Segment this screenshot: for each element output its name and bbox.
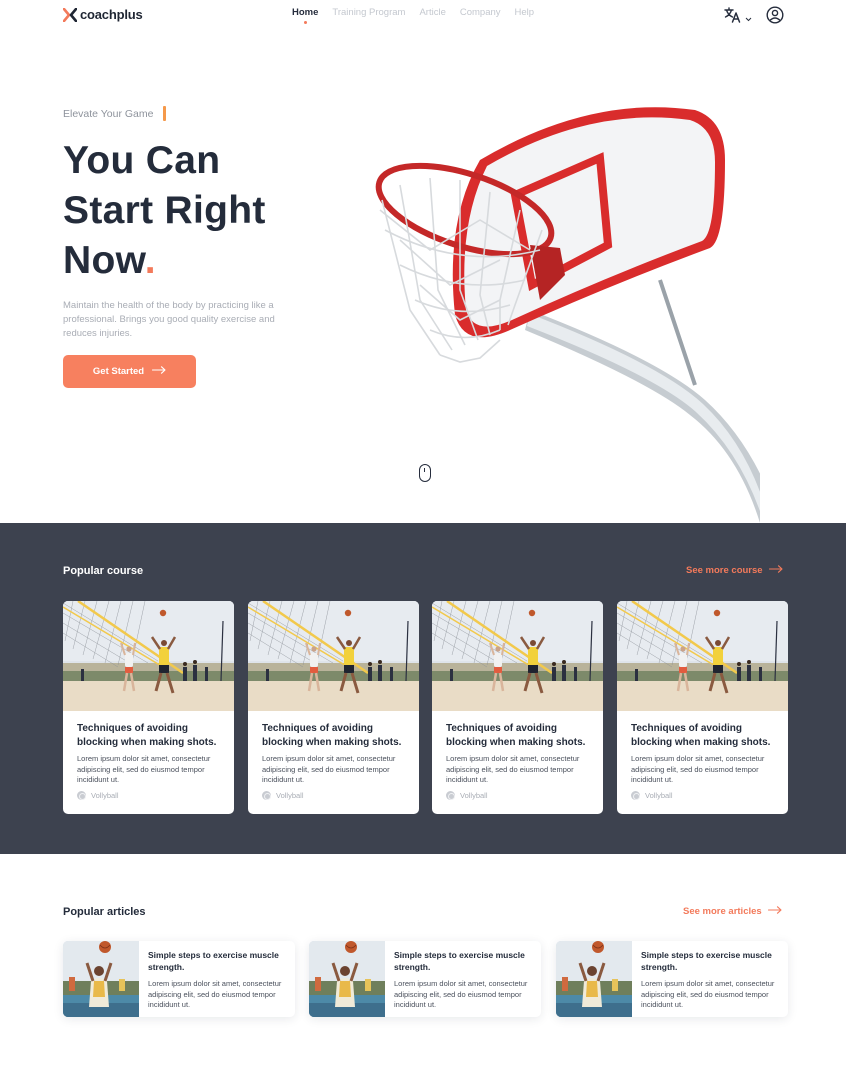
hero-title-line-2: Start Right	[63, 189, 266, 232]
article-image	[556, 941, 632, 1017]
course-tag: Vollyball	[446, 791, 488, 800]
hero-title-line-1: You Can	[63, 139, 221, 182]
volleyball-icon	[446, 791, 455, 800]
get-started-label: Get Started	[92, 366, 145, 377]
chevron-down-icon	[745, 9, 752, 27]
popular-articles-title: Popular articles	[63, 906, 146, 918]
hero-description: Maintain the health of the body by pract…	[63, 300, 275, 339]
course-image	[63, 601, 234, 711]
logo-text: coachplus	[80, 7, 143, 22]
article-title: Simple steps to exercise muscle strength…	[148, 950, 279, 972]
popular-course-title: Popular course	[63, 565, 144, 577]
arrow-right-icon	[152, 366, 166, 377]
article-title: Simple steps to exercise muscle strength…	[641, 950, 772, 972]
course-card[interactable]: Techniques of avoiding blocking when mak…	[63, 601, 234, 814]
course-image	[248, 601, 419, 711]
nav-item-training-program[interactable]: Training Program	[332, 7, 405, 18]
volleyball-icon	[77, 791, 86, 800]
hero-eyebrow-text: Elevate Your Game	[63, 107, 154, 120]
article-card[interactable]: Simple steps to exercise muscle strength…	[556, 941, 788, 1017]
arrow-right-icon	[768, 565, 783, 576]
article-description: Lorem ipsum dolor sit amet, consectetur …	[394, 979, 528, 1009]
course-title: Techniques of avoiding blocking when mak…	[262, 723, 402, 748]
course-description: Lorem ipsum dolor sit amet, consectetur …	[631, 754, 765, 784]
course-title: Techniques of avoiding blocking when mak…	[77, 723, 217, 748]
nav-item-home[interactable]: Home	[292, 7, 318, 24]
course-title: Techniques of avoiding blocking when mak…	[631, 723, 771, 748]
language-selector[interactable]	[724, 7, 752, 28]
course-tag-label: Vollyball	[91, 791, 119, 800]
see-more-articles-link[interactable]: See more articles	[683, 906, 782, 917]
article-card[interactable]: Simple steps to exercise muscle strength…	[63, 941, 295, 1017]
course-tag-label: Vollyball	[460, 791, 488, 800]
article-card[interactable]: Simple steps to exercise muscle strength…	[309, 941, 541, 1017]
brand-logo[interactable]: coachplus	[62, 7, 143, 22]
course-tag: Vollyball	[631, 791, 673, 800]
course-tag-label: Vollyball	[276, 791, 304, 800]
course-description: Lorem ipsum dolor sit amet, consectetur …	[77, 754, 211, 784]
article-image	[63, 941, 139, 1017]
logo-mark-icon	[62, 7, 78, 22]
basketball-hoop-image	[360, 100, 780, 523]
top-nav: coachplus Home Training Program Article …	[0, 0, 846, 30]
article-description: Lorem ipsum dolor sit amet, consectetur …	[148, 979, 282, 1009]
course-title: Techniques of avoiding blocking when mak…	[446, 723, 586, 748]
course-tag-label: Vollyball	[645, 791, 673, 800]
see-more-course-label: See more course	[686, 565, 763, 576]
article-description: Lorem ipsum dolor sit amet, consectetur …	[641, 979, 775, 1009]
nav-actions	[724, 6, 784, 29]
hero-title: You Can Start Right Now.	[63, 136, 266, 286]
course-tag: Vollyball	[262, 791, 304, 800]
translate-icon	[724, 7, 742, 28]
hero-eyebrow: Elevate Your Game	[63, 106, 167, 121]
course-card[interactable]: Techniques of avoiding blocking when mak…	[432, 601, 603, 814]
hero-title-line-3: Now	[63, 239, 145, 282]
course-card[interactable]: Techniques of avoiding blocking when mak…	[617, 601, 788, 814]
get-started-button[interactable]: Get Started	[63, 355, 196, 388]
course-image	[617, 601, 788, 711]
nav-item-article[interactable]: Article	[419, 7, 445, 18]
course-image	[432, 601, 603, 711]
see-more-course-link[interactable]: See more course	[686, 565, 783, 576]
scroll-mouse-icon[interactable]	[419, 464, 431, 482]
nav-item-help[interactable]: Help	[515, 7, 535, 18]
volleyball-icon	[262, 791, 271, 800]
article-title: Simple steps to exercise muscle strength…	[394, 950, 525, 972]
article-image	[309, 941, 385, 1017]
see-more-articles-label: See more articles	[683, 906, 762, 917]
nav-item-company[interactable]: Company	[460, 7, 501, 18]
arrow-right-icon	[767, 906, 782, 917]
course-description: Lorem ipsum dolor sit amet, consectetur …	[446, 754, 580, 784]
volleyball-icon	[631, 791, 640, 800]
course-card[interactable]: Techniques of avoiding blocking when mak…	[248, 601, 419, 814]
hero-title-dot: .	[144, 239, 156, 282]
main-menu: Home Training Program Article Company He…	[292, 7, 535, 24]
course-description: Lorem ipsum dolor sit amet, consectetur …	[262, 754, 396, 784]
course-tag: Vollyball	[77, 791, 119, 800]
eyebrow-accent-bar	[163, 106, 167, 121]
user-circle-icon[interactable]	[766, 6, 784, 29]
popular-course-section: Popular course See more course Technique…	[0, 523, 846, 854]
